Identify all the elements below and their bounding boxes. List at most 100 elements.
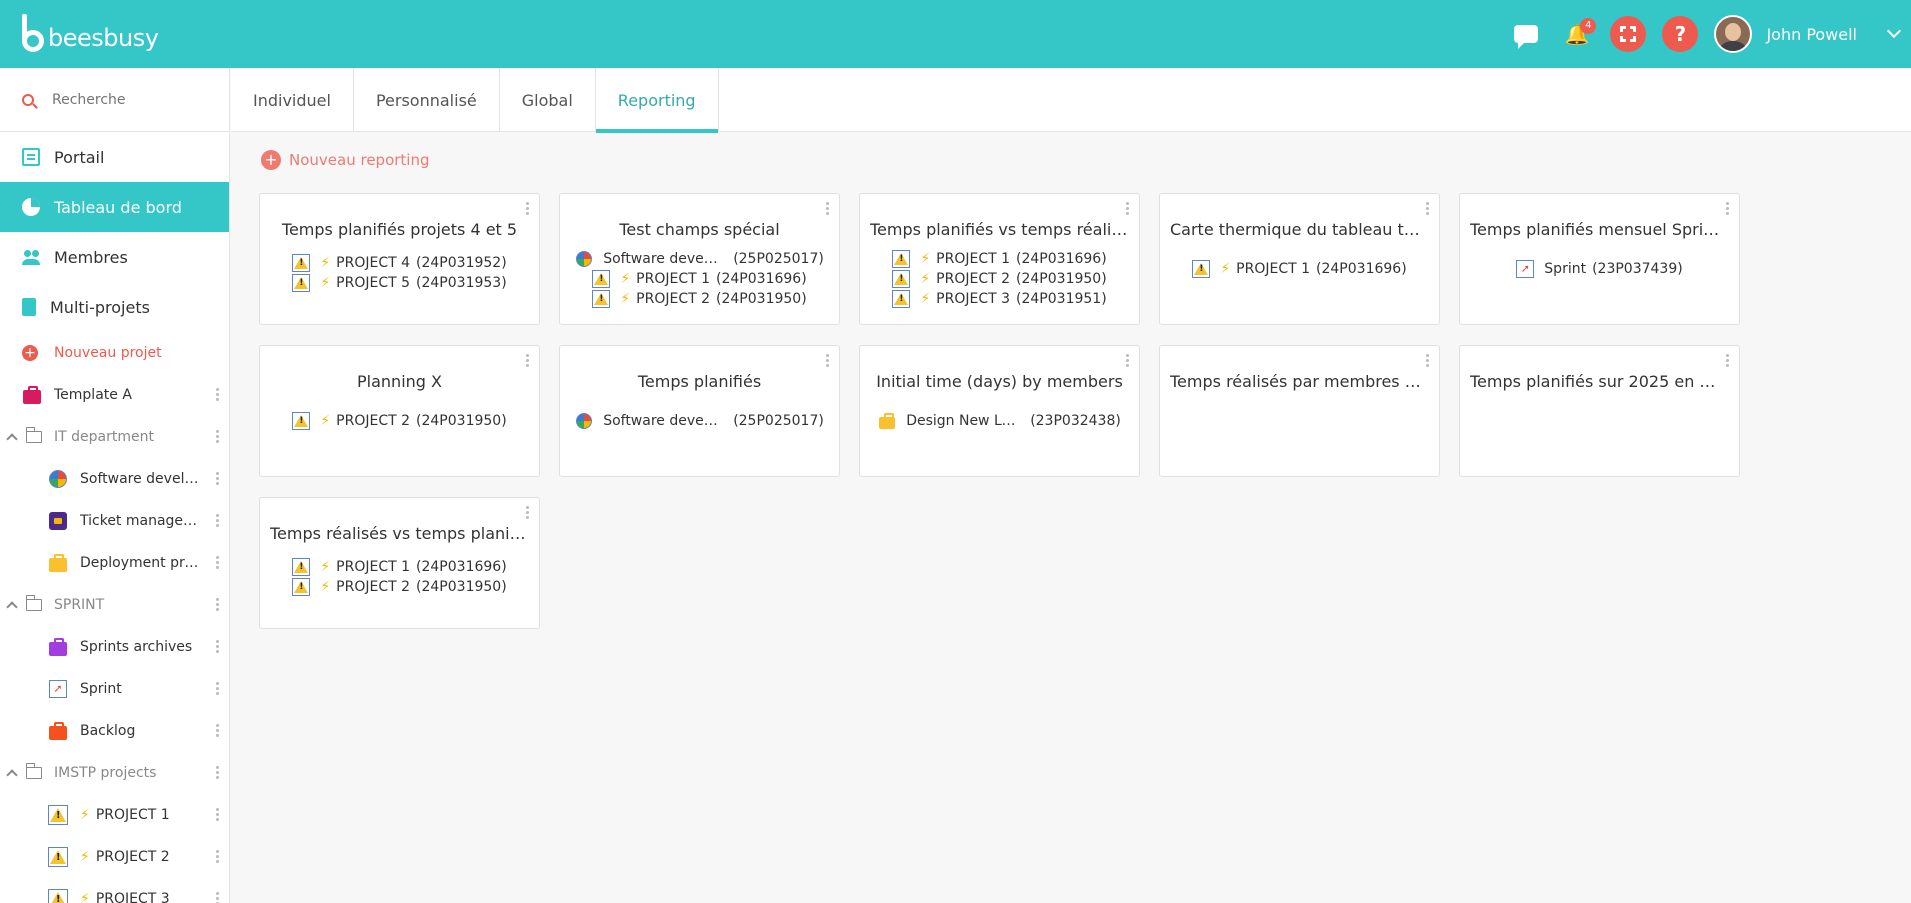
more-options-icon[interactable] bbox=[216, 430, 219, 444]
new-reporting-label: Nouveau reporting bbox=[289, 151, 430, 169]
sidebar: Portail Tableau de bord Membres Multi-pr… bbox=[0, 68, 230, 903]
tab-personnalise[interactable]: Personnalisé bbox=[354, 68, 500, 132]
folder-icon bbox=[25, 763, 42, 779]
multi-color-project-icon bbox=[575, 250, 593, 268]
sidebar-item-label: Portail bbox=[54, 147, 105, 167]
more-options-icon[interactable] bbox=[216, 514, 219, 528]
project-row: Software develo... (25P025017) bbox=[575, 249, 824, 269]
project-code: (25P025017) bbox=[733, 413, 824, 429]
group-it-department[interactable]: IT department bbox=[0, 416, 229, 458]
new-reporting-button[interactable]: + Nouveau reporting bbox=[261, 150, 430, 170]
sidebar-item-project-1[interactable]: ⚡ PROJECT 1 bbox=[0, 794, 229, 836]
more-options-icon[interactable] bbox=[216, 892, 219, 903]
tab-global[interactable]: Global bbox=[500, 68, 596, 132]
new-project-button[interactable]: + Nouveau projet bbox=[0, 332, 229, 374]
sidebar-item-label: Membres bbox=[54, 247, 128, 267]
sidebar-item-portal[interactable]: Portail bbox=[0, 132, 229, 182]
more-options-icon[interactable] bbox=[216, 766, 219, 780]
more-options-icon[interactable] bbox=[216, 556, 219, 570]
sidebar-item-label: Tableau de bord bbox=[54, 197, 182, 217]
lightning-icon: ⚡ bbox=[320, 559, 331, 575]
folder-icon bbox=[25, 595, 42, 611]
report-card[interactable]: Temps planifiés sur 2025 en mens... bbox=[1459, 345, 1740, 477]
report-card[interactable]: Temps planifiés mensuel Sprint se... ➚ S… bbox=[1459, 193, 1740, 325]
report-card[interactable]: Carte thermique du tableau temps... ⚡ PR… bbox=[1159, 193, 1440, 325]
sidebar-item-sprints-archives[interactable]: Sprints archives bbox=[0, 626, 229, 668]
sidebar-item-sprint[interactable]: ➚ Sprint bbox=[0, 668, 229, 710]
project-name: PROJECT 1 bbox=[336, 559, 411, 575]
group-sprint[interactable]: SPRINT bbox=[0, 584, 229, 626]
sidebar-item-project-2[interactable]: ⚡ PROJECT 2 bbox=[0, 836, 229, 878]
tab-individuel[interactable]: Individuel bbox=[231, 68, 354, 132]
project-row: ⚡ PROJECT 3 (24P031951) bbox=[892, 289, 1107, 309]
user-name[interactable]: John Powell bbox=[1766, 25, 1857, 44]
sidebar-item-ticket-management[interactable]: Ticket manageme... bbox=[0, 500, 229, 542]
multi-color-project-icon bbox=[48, 469, 68, 489]
more-options-icon[interactable] bbox=[216, 808, 219, 822]
more-options-icon[interactable] bbox=[526, 354, 529, 368]
report-card[interactable]: Temps planifiés vs temps réalisés ... ⚡ … bbox=[859, 193, 1140, 325]
report-card[interactable]: Temps planifiés Software develo... (25P0… bbox=[559, 345, 840, 477]
report-card[interactable]: Test champs spécial Software develo... (… bbox=[559, 193, 840, 325]
more-options-icon[interactable] bbox=[1726, 202, 1729, 216]
project-code: (24P031953) bbox=[416, 275, 507, 291]
fullscreen-button[interactable] bbox=[1610, 16, 1647, 52]
chevron-up-icon[interactable] bbox=[6, 769, 18, 781]
project-label: PROJECT 1 bbox=[95, 807, 170, 823]
more-options-icon[interactable] bbox=[1126, 202, 1129, 216]
report-card[interactable]: Temps réalisés vs temps planifiés ... ⚡ … bbox=[259, 497, 540, 629]
project-row: ⚡ PROJECT 1 (24P031696) bbox=[1192, 259, 1407, 279]
more-options-icon[interactable] bbox=[1426, 354, 1429, 368]
more-options-icon[interactable] bbox=[826, 354, 829, 368]
more-options-icon[interactable] bbox=[216, 850, 219, 864]
lightning-icon: ⚡ bbox=[320, 579, 331, 595]
sidebar-item-deployment-process[interactable]: Deployment proce... bbox=[0, 542, 229, 584]
more-options-icon[interactable] bbox=[1426, 202, 1429, 216]
more-options-icon[interactable] bbox=[826, 202, 829, 216]
report-card[interactable]: Initial time (days) by members Design Ne… bbox=[859, 345, 1140, 477]
chat-icon[interactable] bbox=[1514, 25, 1539, 49]
more-options-icon[interactable] bbox=[216, 388, 219, 402]
project-name: PROJECT 2 bbox=[636, 291, 711, 307]
logo[interactable]: beesbusy bbox=[20, 14, 159, 54]
more-options-icon[interactable] bbox=[526, 202, 529, 216]
project-label: Template A bbox=[54, 387, 132, 403]
top-bar: beesbusy 🔔 4 ? John Powell bbox=[0, 0, 1911, 68]
chevron-up-icon[interactable] bbox=[6, 433, 18, 445]
report-card[interactable]: Temps planifiés projets 4 et 5 ⚡ PROJECT… bbox=[259, 193, 540, 325]
help-button[interactable]: ? bbox=[1662, 16, 1699, 52]
more-options-icon[interactable] bbox=[1126, 354, 1129, 368]
sidebar-item-template-a[interactable]: Template A bbox=[0, 374, 229, 416]
warning-icon bbox=[292, 254, 311, 272]
report-title: Temps planifiés mensuel Sprint se... bbox=[1470, 220, 1729, 239]
sidebar-item-dashboard[interactable]: Tableau de bord bbox=[0, 182, 229, 232]
more-options-icon[interactable] bbox=[216, 724, 219, 738]
report-title: Temps planifiés projets 4 et 5 bbox=[281, 220, 518, 239]
sidebar-item-backlog[interactable]: Backlog bbox=[0, 710, 229, 752]
more-options-icon[interactable] bbox=[216, 472, 219, 486]
more-options-icon[interactable] bbox=[216, 682, 219, 696]
sidebar-item-software-development[interactable]: Software develop... bbox=[0, 458, 229, 500]
more-options-icon[interactable] bbox=[526, 506, 529, 520]
chevron-down-icon[interactable] bbox=[1886, 23, 1902, 39]
warning-icon bbox=[48, 805, 68, 825]
avatar[interactable] bbox=[1714, 15, 1753, 53]
more-options-icon[interactable] bbox=[216, 640, 219, 654]
group-imstp-projects[interactable]: IMSTP projects bbox=[0, 752, 229, 794]
report-card[interactable]: Planning X ⚡ PROJECT 2 (24P031950) bbox=[259, 345, 540, 477]
project-row: ⚡ PROJECT 2 (24P031950) bbox=[892, 269, 1107, 289]
report-card[interactable]: Temps réalisés par membres en gl... bbox=[1159, 345, 1440, 477]
sidebar-item-members[interactable]: Membres bbox=[0, 232, 229, 282]
search-input[interactable] bbox=[52, 91, 212, 108]
sidebar-item-project-3[interactable]: ⚡ PROJECT 3 bbox=[0, 878, 229, 903]
warning-icon bbox=[892, 250, 911, 268]
sidebar-item-multi-projects[interactable]: Multi-projets bbox=[0, 282, 229, 332]
more-options-icon[interactable] bbox=[1726, 354, 1729, 368]
notifications-bell-icon[interactable]: 🔔 4 bbox=[1564, 18, 1597, 46]
lightning-icon: ⚡ bbox=[620, 271, 631, 287]
project-name: Design New Log... bbox=[906, 413, 1019, 429]
chevron-up-icon[interactable] bbox=[6, 601, 18, 613]
tab-reporting[interactable]: Reporting bbox=[595, 68, 719, 133]
more-options-icon[interactable] bbox=[216, 598, 219, 612]
folder-icon bbox=[25, 427, 42, 443]
